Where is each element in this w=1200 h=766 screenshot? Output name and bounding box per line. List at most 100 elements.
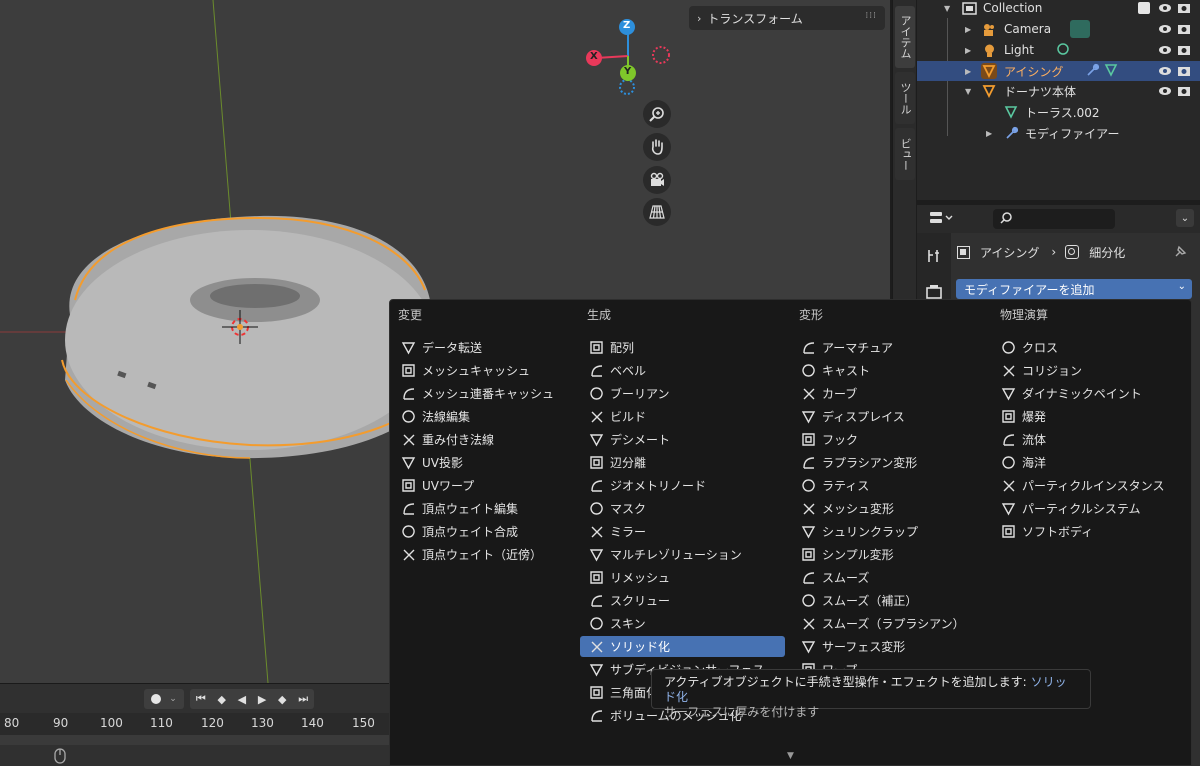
expand-triangle-icon[interactable]: ▶ [965, 25, 971, 34]
menu-item[interactable]: ミラー [580, 521, 785, 542]
camera-view-button[interactable] [643, 166, 671, 194]
zoom-button[interactable] [643, 100, 671, 128]
wrench-icon[interactable] [1085, 63, 1100, 80]
ortho-toggle-button[interactable] [643, 198, 671, 226]
menu-item[interactable]: パーティクルインスタンス [992, 475, 1187, 496]
expand-triangle-icon[interactable]: ▶ [986, 129, 992, 138]
scroll-down-icon[interactable]: ▼ [787, 751, 794, 761]
tab-item[interactable]: アイテム [895, 6, 915, 68]
tab-tool[interactable]: ツール [895, 72, 915, 124]
menu-item[interactable]: アーマチュア [792, 337, 997, 358]
pan-button[interactable] [643, 133, 671, 161]
menu-item[interactable]: コリジョン [992, 360, 1187, 381]
outliner-row-icing[interactable]: ▶ アイシング [917, 61, 1200, 81]
menu-item[interactable]: 重み付き法線 [392, 429, 597, 450]
jump-end-icon[interactable]: ⏭ [298, 692, 308, 706]
outliner-row-light[interactable]: ▶ Light [917, 40, 1200, 60]
menu-item[interactable]: 配列 [580, 337, 785, 358]
menu-item[interactable]: 法線編集 [392, 406, 597, 427]
menu-item[interactable]: クロス [992, 337, 1187, 358]
tool-tab-icon[interactable] [925, 247, 943, 268]
checkbox[interactable] [1138, 2, 1150, 14]
outliner-row-modifiers[interactable]: ▶ モディファイアー [917, 123, 1200, 143]
play-reverse-icon[interactable]: ◀ [238, 693, 246, 706]
menu-item[interactable]: スムーズ（ラプラシアン） [792, 613, 997, 634]
editor-type-icon[interactable] [929, 210, 955, 229]
eye-icon[interactable] [1157, 83, 1173, 99]
expand-triangle-icon[interactable]: ▶ [965, 46, 971, 55]
menu-item[interactable]: ラプラシアン変形 [792, 452, 997, 473]
menu-item[interactable]: スムーズ（補正） [792, 590, 997, 611]
expand-triangle-icon[interactable]: ▼ [944, 4, 950, 13]
expand-triangle-icon[interactable]: ▶ [965, 67, 971, 76]
menu-item[interactable]: キャスト [792, 360, 997, 381]
menu-item[interactable]: スムーズ [792, 567, 997, 588]
menu-item[interactable]: メッシュ変形 [792, 498, 997, 519]
menu-item[interactable]: マスク [580, 498, 785, 519]
properties-search-input[interactable] [993, 209, 1115, 229]
menu-item[interactable]: メッシュキャッシュ [392, 360, 597, 381]
next-keyframe-icon[interactable]: ◆ [278, 693, 286, 706]
menu-item[interactable]: ベベル [580, 360, 785, 381]
menu-item[interactable]: デシメート [580, 429, 785, 450]
menu-item[interactable]: 海洋 [992, 452, 1187, 473]
eye-icon[interactable] [1157, 0, 1173, 16]
render-camera-icon[interactable] [1176, 42, 1192, 58]
grip-icon[interactable]: ⁞⁞⁞ [865, 11, 877, 21]
menu-item[interactable]: 辺分離 [580, 452, 785, 473]
menu-item[interactable]: フック [792, 429, 997, 450]
render-camera-icon[interactable] [1176, 83, 1192, 99]
menu-item[interactable]: スクリュー [580, 590, 785, 611]
outliner-row-collection[interactable]: ▼ Collection [917, 0, 1200, 18]
outliner-row-camera[interactable]: ▶ Camera [917, 19, 1200, 39]
mesh-data-icon[interactable] [1104, 63, 1118, 80]
menu-item[interactable]: ソフトボディ [992, 521, 1187, 542]
prev-keyframe-icon[interactable]: ◆ [217, 693, 225, 706]
menu-item[interactable]: マルチレゾリューション [580, 544, 785, 565]
menu-item[interactable]: ブーリアン [580, 383, 785, 404]
menu-item[interactable]: ジオメトリノード [580, 475, 785, 496]
menu-item[interactable]: 爆発 [992, 406, 1187, 427]
menu-item[interactable]: UV投影 [392, 452, 597, 473]
menu-item[interactable]: ソリッド化 [580, 636, 785, 657]
eye-icon[interactable] [1157, 21, 1173, 37]
play-icon[interactable]: ▶ [258, 693, 266, 706]
menu-item[interactable]: 頂点ウェイト編集 [392, 498, 597, 519]
menu-item[interactable]: UVワープ [392, 475, 597, 496]
render-camera-icon[interactable] [1176, 0, 1192, 16]
collapse-triangle-icon[interactable]: ▼ [965, 87, 971, 96]
menu-item[interactable]: シュリンクラップ [792, 521, 997, 542]
transform-panel-header[interactable]: › トランスフォーム ⁞⁞⁞ [689, 6, 885, 30]
camera-data-icon[interactable] [1070, 20, 1090, 38]
outliner-row-torus[interactable]: トーラス.002 [917, 102, 1200, 122]
tab-view[interactable]: ビュー [895, 128, 915, 180]
eye-icon[interactable] [1157, 63, 1173, 79]
menu-item[interactable]: ダイナミックペイント [992, 383, 1187, 404]
menu-item[interactable]: メッシュ連番キャッシュ [392, 383, 597, 404]
options-dropdown[interactable]: ⌄ [1176, 209, 1194, 227]
timeline-track[interactable] [0, 735, 390, 745]
menu-item[interactable]: シンプル変形 [792, 544, 997, 565]
eye-icon[interactable] [1157, 42, 1173, 58]
add-modifier-button[interactable]: モディファイアーを追加 ⌄ [956, 279, 1192, 299]
menu-item[interactable]: 頂点ウェイト合成 [392, 521, 597, 542]
menu-item[interactable]: カーブ [792, 383, 997, 404]
menu-item[interactable]: データ転送 [392, 337, 597, 358]
outliner-row-donut-body[interactable]: ▼ ドーナツ本体 [917, 81, 1200, 101]
menu-item[interactable]: パーティクルシステム [992, 498, 1187, 519]
menu-item[interactable]: 流体 [992, 429, 1187, 450]
record-button[interactable]: ⌄ [144, 689, 184, 709]
menu-item[interactable]: スキン [580, 613, 785, 634]
menu-item[interactable]: サーフェス変形 [792, 636, 997, 657]
menu-item[interactable]: ビルド [580, 406, 785, 427]
jump-start-icon[interactable]: ⏮ [196, 692, 206, 706]
pin-icon[interactable] [1172, 244, 1188, 263]
render-camera-icon[interactable] [1176, 63, 1192, 79]
menu-item[interactable]: ラティス [792, 475, 997, 496]
menu-item[interactable]: リメッシュ [580, 567, 785, 588]
menu-item[interactable]: ディスプレイス [792, 406, 997, 427]
modifier-type-icon [1000, 363, 1016, 379]
menu-item[interactable]: 頂点ウェイト（近傍） [392, 544, 597, 565]
render-camera-icon[interactable] [1176, 21, 1192, 37]
light-data-icon[interactable] [1056, 42, 1070, 59]
